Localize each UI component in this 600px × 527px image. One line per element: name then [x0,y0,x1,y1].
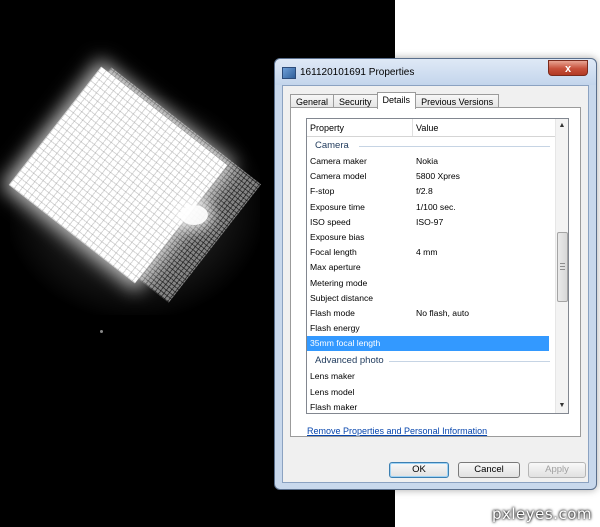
property-value: 1/100 sec. [416,201,456,212]
property-value: 4 mm [416,247,438,258]
property-name: Lens maker [310,371,355,382]
property-value: ISO-97 [416,216,444,227]
group-header-camera: Camera [307,136,556,154]
list-item[interactable]: Flash mode No flash, auto [307,306,556,321]
list-item[interactable]: Flash energy [307,321,556,336]
property-name: Max aperture [310,262,361,273]
list-item[interactable]: Lens model [307,385,556,400]
column-divider[interactable] [412,119,413,136]
scroll-up-arrow-icon[interactable]: ▲ [556,120,568,132]
list-item[interactable]: Camera maker Nokia [307,154,556,169]
close-icon: x [564,63,572,75]
property-name: Lens model [310,386,355,397]
list-item[interactable]: Lens maker [307,369,556,384]
photo-glare [180,205,208,225]
property-value: Nokia [416,156,438,166]
list-item[interactable]: Exposure time 1/100 sec. [307,200,556,215]
property-name: Camera model [310,171,367,182]
scroll-down-arrow-icon[interactable]: ▼ [556,400,568,412]
apply-button[interactable]: Apply [528,462,586,478]
property-name: ISO speed [310,216,351,227]
property-name: Metering mode [310,277,368,288]
tab-strip: General Security Details Previous Versio… [290,92,500,109]
property-name: Subject distance [310,292,374,303]
list-item[interactable]: F-stop f/2.8 [307,184,556,199]
group-label: Camera [315,140,349,151]
property-name: Camera maker [310,156,367,166]
properties-dialog: 161120101691 Properties x General Securi… [274,58,597,490]
property-name: Focal length [310,247,357,258]
vertical-scrollbar[interactable]: ▲ ▼ [555,119,568,413]
image-file-icon [282,67,296,79]
property-name: 35mm focal length [310,338,381,349]
list-item[interactable]: ISO speed ISO-97 [307,215,556,230]
group-header-advanced-photo: Advanced photo [307,351,556,369]
list-item-selected[interactable]: 35mm focal length [307,336,549,352]
property-value: f/2.8 [416,186,433,197]
list-item[interactable]: Max aperture [307,260,556,275]
property-name: Exposure bias [310,231,365,242]
column-header-value[interactable]: Value [416,123,438,133]
list-item[interactable]: Metering mode [307,276,556,291]
list-item[interactable]: Exposure bias [307,230,556,245]
remove-properties-link[interactable]: Remove Properties and Personal Informati… [307,426,487,436]
window-title: 161120101691 Properties [300,67,415,78]
property-value: 5800 Xpres [416,171,460,182]
property-name: Flash mode [310,307,355,318]
list-item[interactable]: Focal length 4 mm [307,245,556,260]
grip-line [560,266,565,267]
group-divider [359,146,550,147]
list-item[interactable]: Subject distance [307,291,556,306]
column-header-property[interactable]: Property [310,123,344,133]
group-label: Advanced photo [315,355,384,367]
ok-button[interactable]: OK [389,462,449,478]
scroll-thumb[interactable] [557,232,568,302]
list-item[interactable]: Camera model 5800 Xpres [307,169,556,184]
group-divider [389,361,550,363]
title-bar[interactable]: 161120101691 Properties x [275,59,596,85]
property-name: Flash energy [310,323,360,334]
property-name: F-stop [310,186,335,197]
dialog-body: General Security Details Previous Versio… [282,85,589,483]
close-button[interactable]: x [548,60,588,76]
property-name: Exposure time [310,201,365,212]
column-header: Property Value [307,119,556,137]
watermark-text: pxleyes.com [491,505,592,523]
cancel-button[interactable]: Cancel [458,462,520,478]
details-panel: Property Value Camera Camera maker Nokia … [290,107,581,437]
property-name: Flash maker [310,401,358,412]
grip-line [560,263,565,264]
tab-details[interactable]: Details [376,92,417,109]
list-item[interactable]: Flash maker [307,400,556,413]
photo-speck [100,330,103,333]
property-value: No flash, auto [416,307,470,318]
grip-line [560,269,565,270]
property-rows: Camera Camera maker Nokia Camera model 580… [307,136,556,413]
property-list[interactable]: Property Value Camera Camera maker Nokia … [306,118,569,414]
